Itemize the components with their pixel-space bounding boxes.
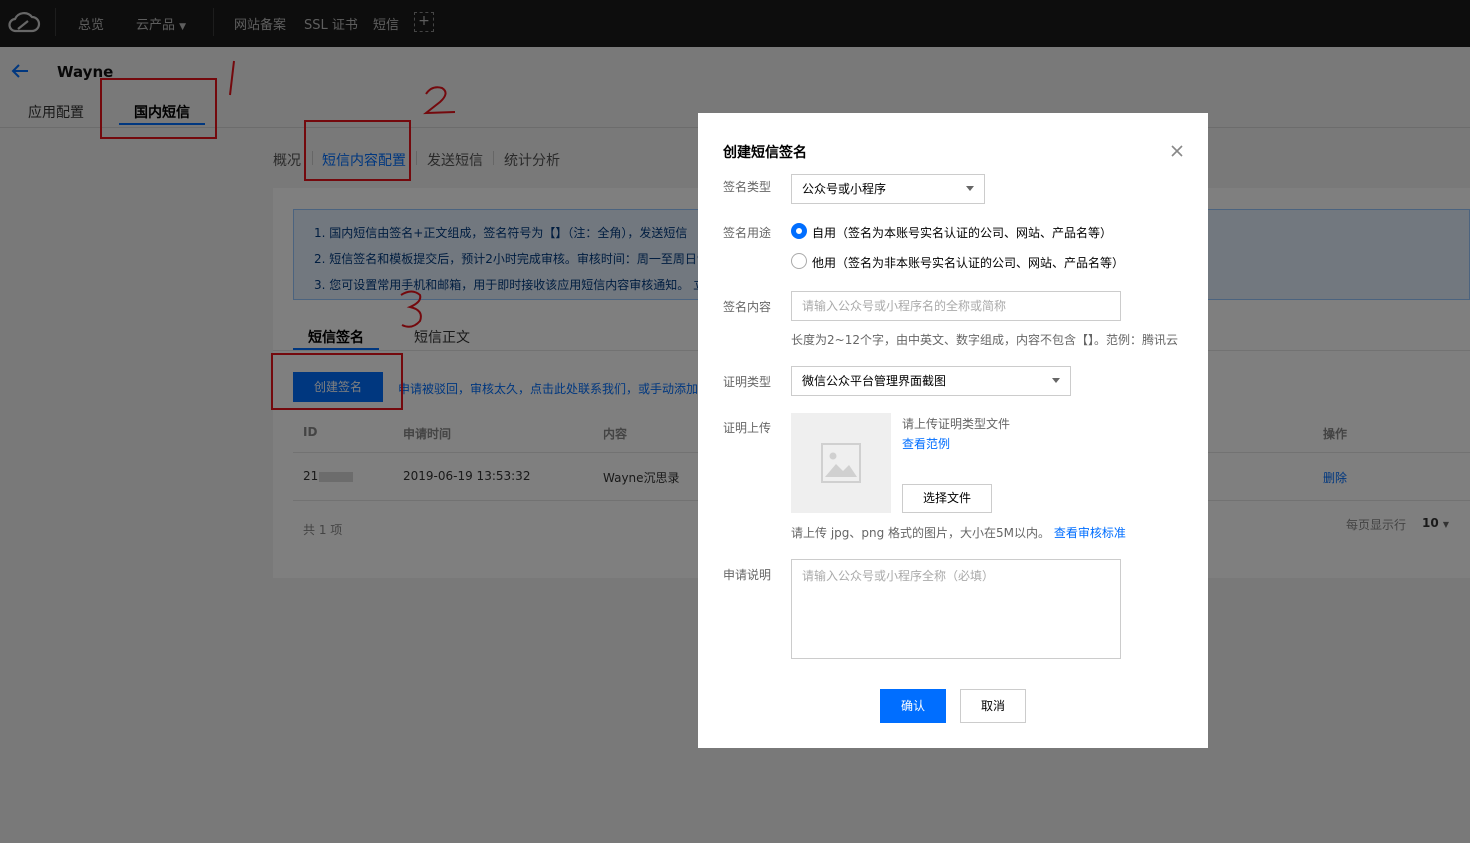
review-standard-link[interactable]: 查看审核标准 <box>1054 526 1126 540</box>
cert-type-select[interactable]: 微信公众平台管理界面截图 <box>791 366 1071 396</box>
sig-type-value: 公众号或小程序 <box>802 182 887 196</box>
cancel-button[interactable]: 取消 <box>960 689 1026 723</box>
radio-other-use-label[interactable]: 他用（签名为非本账号实名认证的公司、网站、产品名等） <box>812 254 1124 271</box>
cert-upload-label: 证明上传 <box>723 421 772 435</box>
confirm-button[interactable]: 确认 <box>880 689 946 723</box>
dialog-title: 创建短信签名 <box>723 145 807 161</box>
view-example-link[interactable]: 查看范例 <box>902 435 950 452</box>
sig-content-input[interactable]: 请输入公众号或小程序名的全称或简称 <box>791 291 1121 321</box>
cert-type-label: 证明类型 <box>723 375 772 389</box>
create-signature-dialog: 创建短信签名 签名类型 公众号或小程序 签名用途 自用（签名为本账号实名认证的公… <box>698 113 1208 748</box>
upload-preview <box>791 413 891 513</box>
upload-note: 请上传 jpg、png 格式的图片，大小在5M以内。 查看审核标准 <box>791 524 1126 541</box>
remark-textarea[interactable]: 请输入公众号或小程序全称（必填） <box>791 559 1121 659</box>
radio-self-use-label[interactable]: 自用（签名为本账号实名认证的公司、网站、产品名等） <box>812 224 1112 241</box>
caret-down-icon <box>966 186 974 191</box>
image-placeholder-icon <box>821 443 861 483</box>
choose-file-button[interactable]: 选择文件 <box>902 484 992 513</box>
upload-note-text: 请上传 jpg、png 格式的图片，大小在5M以内。 <box>791 526 1051 540</box>
cert-type-value: 微信公众平台管理界面截图 <box>802 374 947 388</box>
radio-self-use[interactable] <box>791 223 807 239</box>
sig-content-hint: 长度为2~12个字，由中英文、数字组成，内容不包含【】。范例：腾讯云 <box>791 333 1178 347</box>
remark-label: 申请说明 <box>723 568 772 582</box>
sig-type-label: 签名类型 <box>723 180 772 194</box>
sig-content-label: 签名内容 <box>723 300 772 314</box>
close-icon[interactable] <box>1169 143 1185 159</box>
sig-type-select[interactable]: 公众号或小程序 <box>791 174 985 204</box>
upload-hint: 请上传证明类型文件 <box>902 417 1011 431</box>
caret-down-icon <box>1052 378 1060 383</box>
sig-use-label: 签名用途 <box>723 226 772 240</box>
radio-other-use[interactable] <box>791 253 807 269</box>
